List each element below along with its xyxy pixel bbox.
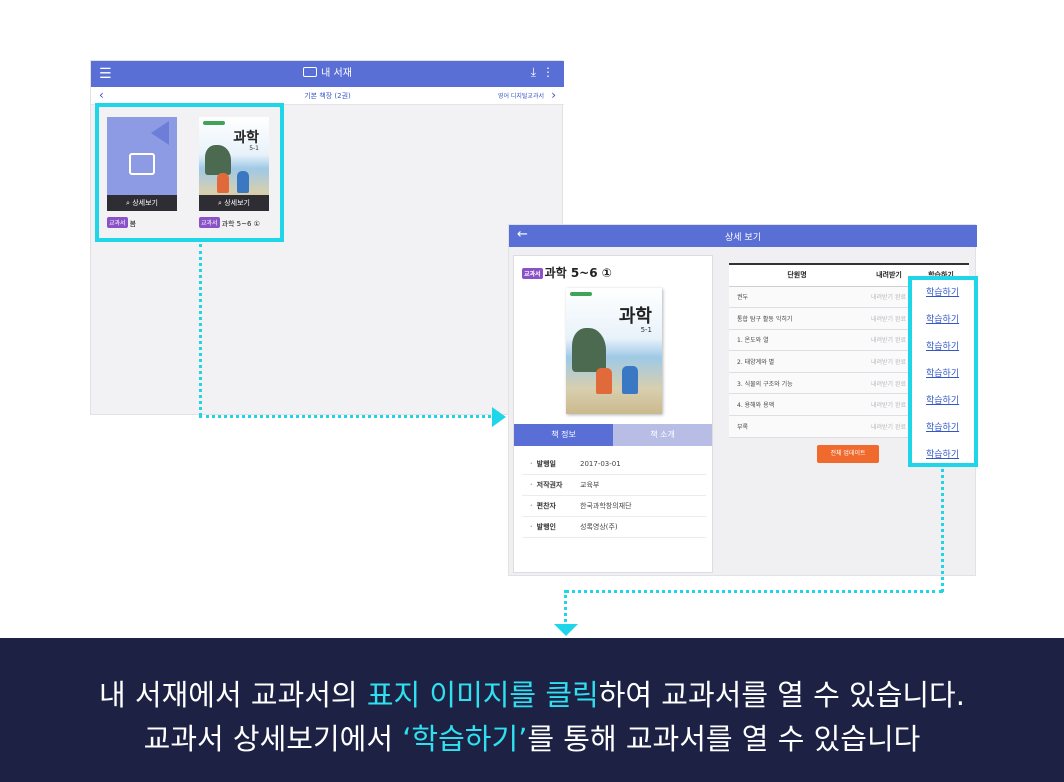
connector-line: [199, 244, 202, 416]
arrow-down-icon: [554, 624, 578, 636]
book-info-panel: 교과서과학 5~6 ① 과학 5-1 책 정보 책 소개 발행일2017-03-…: [513, 255, 713, 573]
arrow-right-icon: [492, 407, 506, 427]
unit-name: 3. 식물의 구조와 기능: [729, 372, 865, 395]
study-link[interactable]: 학습하기: [926, 393, 959, 406]
unit-name: 2. 태양계와 별: [729, 350, 865, 373]
tab-book-info[interactable]: 책 정보: [514, 424, 613, 446]
cover-title: 과학: [618, 306, 652, 327]
study-link[interactable]: 학습하기: [926, 447, 959, 460]
connector-line: [565, 590, 943, 593]
info-row: 편찬자한국과학창의재단: [522, 496, 706, 517]
next-shelf-icon[interactable]: ›: [551, 88, 556, 102]
download-status: 내려받기 완료: [865, 415, 913, 438]
unit-name: 통합 탐구 활동 익히기: [729, 307, 865, 330]
connector-line: [199, 415, 491, 418]
detail-screen: ← 상세 보기 교과서과학 5~6 ① 과학 5-1 책 정보 책 소개 발행일…: [508, 224, 977, 576]
study-link[interactable]: 학습하기: [926, 420, 959, 433]
caption-highlight: ‘학습하기’: [402, 722, 528, 756]
column-header: 내려받기: [865, 263, 913, 287]
column-header: 단원명: [729, 263, 865, 287]
unit-name: 4. 용해와 용액: [729, 393, 865, 417]
shelf-label[interactable]: 기본 책장 (2권): [91, 91, 564, 101]
library-app-bar: ☰ 내 서재 ⤓ ⋮: [91, 61, 564, 87]
bookshelf-logo-icon: [303, 67, 318, 77]
caption-band: 내 서재에서 교과서의 표지 이미지를 클릭하여 교과서를 열 수 있습니다. …: [0, 638, 1064, 782]
connector-line: [941, 469, 944, 592]
download-status: 내려받기 완료: [865, 372, 913, 395]
book-title: 과학 5~6 ①: [544, 266, 612, 280]
unit-name: 부록: [729, 415, 865, 438]
info-row: 저작권자교육부: [522, 475, 706, 496]
more-options-icon[interactable]: ⋮: [542, 65, 554, 79]
update-all-button[interactable]: 전체 업데이트: [817, 445, 879, 463]
detail-app-bar: ← 상세 보기: [509, 225, 977, 247]
textbook-badge: 교과서: [522, 268, 543, 279]
detail-title: 상세 보기: [725, 233, 761, 243]
study-link[interactable]: 학습하기: [926, 366, 959, 379]
study-link[interactable]: 학습하기: [926, 339, 959, 352]
unit-name: 1. 온도와 열: [729, 329, 865, 352]
tab-book-intro[interactable]: 책 소개: [613, 424, 712, 446]
download-status: 내려받기 완료: [865, 350, 913, 373]
connector-line: [564, 590, 567, 622]
download-status: 내려받기 완료: [865, 286, 913, 309]
download-icon[interactable]: ⤓: [531, 65, 536, 80]
info-tabs: 책 정보 책 소개: [514, 424, 712, 446]
book-info-list: 발행일2017-03-01 저작권자교육부 편찬자한국과학창의재단 발행인성록영…: [522, 454, 706, 538]
library-title: 내 서재: [321, 68, 352, 79]
caption-line-1: 내 서재에서 교과서의 표지 이미지를 클릭하여 교과서를 열 수 있습니다.: [99, 678, 965, 712]
caption-highlight: 표지 이미지를 클릭: [366, 678, 599, 712]
book-cover-large[interactable]: 과학 5-1: [566, 288, 662, 414]
cover-grade: 5-1: [640, 326, 652, 334]
caption-line-2: 교과서 상세보기에서 ‘학습하기’를 통해 교과서를 열 수 있습니다: [143, 722, 921, 756]
study-link[interactable]: 학습하기: [926, 285, 959, 298]
download-status: 내려받기 완료: [865, 307, 913, 330]
info-row: 발행인성록영상(주): [522, 517, 706, 538]
download-status: 내려받기 완료: [865, 393, 913, 417]
cover-highlight-box: [95, 103, 284, 242]
download-status: 내려받기 완료: [865, 329, 913, 352]
info-row: 발행일2017-03-01: [522, 454, 706, 475]
english-textbook-link[interactable]: 영어 디지털교과서: [498, 91, 544, 100]
science-cover-image: 과학 5-1: [566, 288, 662, 414]
unit-name: 권두: [729, 286, 865, 309]
study-link[interactable]: 학습하기: [926, 312, 959, 325]
